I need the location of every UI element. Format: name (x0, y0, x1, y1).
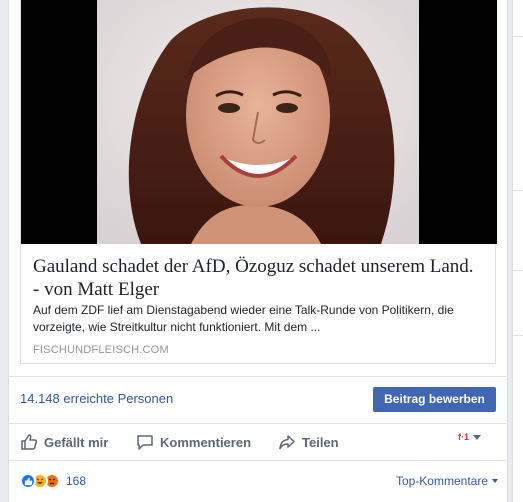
reach-link[interactable]: 14.148 erreichte Personen (20, 391, 173, 406)
comment-icon (136, 433, 154, 451)
right-column-edge (512, 0, 523, 502)
like-label: Gefällt mir (44, 434, 109, 450)
boost-post-button[interactable]: Beitrag bewerben (373, 387, 496, 412)
share-button[interactable]: Teilen (278, 430, 339, 454)
like-reaction-icon (20, 473, 36, 489)
like-icon (20, 433, 38, 451)
post-actions-bar: Gefällt mir Kommentieren Teilen f·1 (8, 424, 508, 460)
link-preview-image[interactable] (21, 0, 497, 244)
reaction-count: 168 (66, 474, 87, 488)
reactions-summary[interactable]: 168 (20, 473, 86, 489)
chevron-down-icon (492, 479, 498, 483)
divider (8, 376, 508, 377)
link-domain: FISCHUNDFLEISCH.COM (33, 344, 169, 356)
post-as-selector[interactable]: f·1 (458, 432, 481, 442)
page-avatar-icon: f·1 (458, 432, 469, 442)
share-icon (278, 433, 296, 451)
like-button[interactable]: Gefällt mir (20, 430, 108, 454)
share-label: Teilen (302, 434, 339, 450)
link-title[interactable]: Gauland schadet der AfD, Özoguz schadet … (33, 255, 483, 301)
chevron-down-icon (473, 434, 481, 440)
link-preview[interactable]: Gauland schadet der AfD, Özoguz schadet … (20, 0, 497, 364)
link-description: Auf dem ZDF lief am Dienstagabend wieder… (33, 303, 454, 334)
comment-button[interactable]: Kommentieren (136, 430, 251, 454)
comment-sort-label: Top-Kommentare (395, 474, 488, 488)
comment-label: Kommentieren (160, 434, 252, 450)
comment-sort-dropdown[interactable]: Top-Kommentare (396, 474, 498, 488)
reactions-row: 168 Top-Kommentare (8, 460, 508, 502)
